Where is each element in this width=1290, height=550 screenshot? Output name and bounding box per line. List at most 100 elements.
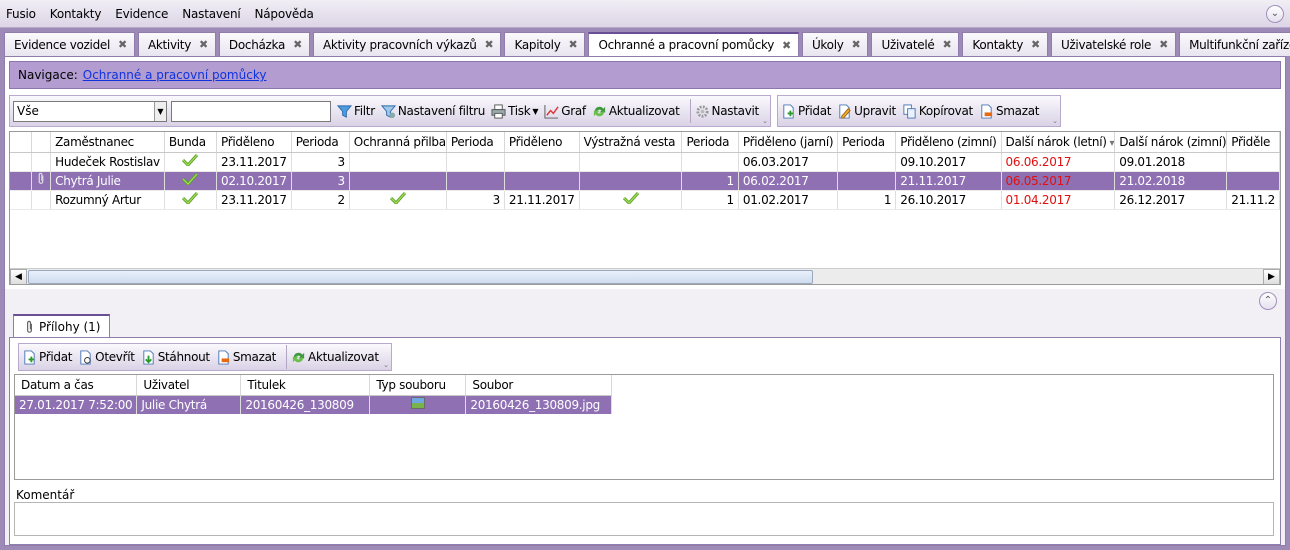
print-button[interactable]: Tisk ▼ [491, 103, 539, 119]
table-row[interactable]: Rozumný Artur 23.11.2017 2 3 21.11.2017 1 01.0… [10, 190, 1280, 210]
table-row[interactable]: 27.01.2017 7:52:00 Julie Chytrá 20160426… [15, 395, 613, 414]
table-cell: 3 [291, 171, 350, 191]
copy-button[interactable]: Kopírovat [902, 103, 973, 119]
table-cell: 23.11.2017 [216, 190, 292, 210]
column-header[interactable]: Ochranná přilba [349, 132, 447, 153]
close-icon[interactable]: ✖ [118, 38, 127, 51]
tab-attachments[interactable]: Přílohy (1) [13, 314, 110, 338]
tab-4[interactable]: Kapitoly ✖ [504, 32, 586, 56]
table-cell: 06.02.2017 [738, 171, 839, 191]
close-icon[interactable]: ✖ [1031, 38, 1040, 51]
menu-item-3[interactable]: Nastavení [182, 7, 240, 21]
column-header[interactable]: Uživatel [136, 375, 242, 396]
dropdown-arrow-icon[interactable]: ▼ [154, 101, 166, 121]
column-header[interactable]: Datum a čas [15, 375, 138, 396]
tab-9[interactable]: Uživatelské role ✖ [1050, 32, 1177, 56]
menu-item-0[interactable]: Fusio [6, 7, 36, 21]
column-header[interactable]: Přiděleno [216, 132, 292, 153]
attachment-open-button[interactable]: Otevřít [78, 349, 135, 365]
scroll-right-icon[interactable]: ▶ [1263, 269, 1280, 284]
menu-item-2[interactable]: Evidence [115, 7, 168, 21]
column-header[interactable]: Zaměstnanec [50, 132, 165, 153]
table-row[interactable]: Hudeček Rostislav 23.11.2017 3 06.03.2017 09… [10, 152, 1280, 172]
menu-item-1[interactable]: Kontakty [50, 7, 102, 21]
table-cell: 09.01.2018 [1114, 152, 1228, 172]
refresh-button[interactable]: Aktualizovat [592, 104, 680, 119]
column-header[interactable]: Bunda [164, 132, 217, 153]
scroll-left-icon[interactable]: ◀ [10, 269, 27, 284]
close-icon[interactable]: ✖ [199, 38, 208, 51]
tab-7[interactable]: Uživatelé ✖ [871, 32, 960, 56]
column-header[interactable]: Perioda [837, 132, 897, 153]
delete-button[interactable]: Smazat [979, 103, 1039, 119]
checkmark-icon [182, 192, 199, 204]
tab-10[interactable]: Multifunkční zařízení✖ [1179, 32, 1290, 56]
attachment-refresh-button[interactable]: Aktualizovat [291, 350, 379, 365]
sort-desc-icon[interactable]: ▾ [1107, 138, 1114, 149]
column-header[interactable]: Přiděleno [504, 132, 580, 153]
close-icon[interactable]: ✖ [1159, 38, 1168, 51]
close-icon[interactable]: ✖ [569, 38, 578, 51]
column-header[interactable]: Typ souboru [369, 375, 467, 396]
filter-settings-button[interactable]: Nastavení filtru [380, 104, 485, 119]
column-header[interactable]: Titulek [240, 375, 371, 396]
toolbar-grip-icon[interactable]: ⌄ [762, 117, 768, 125]
attachment-cell [31, 171, 52, 191]
attachment-delete-button[interactable]: Smazat [216, 349, 276, 365]
checkmark-icon [622, 192, 639, 204]
close-icon[interactable]: ✖ [485, 38, 494, 51]
tab-6[interactable]: Úkoly ✖ [801, 32, 869, 56]
table-cell [837, 152, 897, 172]
search-input[interactable] [171, 100, 331, 122]
column-header[interactable] [31, 132, 52, 153]
scroll-thumb[interactable] [28, 270, 813, 284]
column-header[interactable]: Přiděleno (zimní) [895, 132, 1002, 153]
tab-8[interactable]: Kontakty ✖ [962, 32, 1048, 56]
edit-button[interactable]: Upravit [837, 103, 896, 119]
tab-1[interactable]: Aktivity ✖ [137, 32, 216, 56]
column-header[interactable]: Přiděleno (jarní) [738, 132, 839, 153]
collapse-ribbon-button[interactable]: ⌄ [1266, 5, 1284, 23]
attachment-download-button[interactable]: Stáhnout [141, 349, 210, 365]
column-header[interactable]: Soubor [465, 375, 613, 396]
table-cell: 21.11.2017 [895, 171, 1002, 191]
tab-0[interactable]: Evidence vozidel ✖ [4, 32, 135, 56]
comment-field[interactable] [14, 502, 1274, 536]
horizontal-scrollbar[interactable]: ◀ ▶ [10, 268, 1280, 284]
tab-3[interactable]: Aktivity pracovních výkazů ✖ [312, 32, 502, 56]
filter-select-value: Vše [17, 104, 39, 118]
table-cell: 06.06.2017 [1001, 152, 1116, 172]
table-row[interactable]: Chytrá Julie 02.10.2017 3 1 06.02.2017 21.11.… [10, 171, 1280, 191]
menu-item-4[interactable]: Nápověda [255, 7, 314, 21]
close-icon[interactable]: ✖ [293, 38, 302, 51]
table-cell: 1 [681, 190, 739, 210]
close-icon[interactable]: ✖ [782, 39, 791, 52]
add-button[interactable]: Přidat [781, 103, 831, 119]
table-cell: 1 [681, 171, 739, 191]
column-header[interactable]: Perioda [446, 132, 505, 153]
close-icon[interactable]: ✖ [942, 38, 951, 51]
attachment-add-button[interactable]: Přidat [22, 349, 72, 365]
dropdown-arrow-icon: ▼ [532, 106, 539, 116]
table-cell [446, 171, 505, 191]
navigation-link[interactable]: Ochranné a pracovní pomůcky [83, 68, 267, 82]
filter-select[interactable]: Vše ▼ [13, 100, 167, 122]
refresh-label: Aktualizovat [608, 104, 680, 118]
chart-button[interactable]: Graf [544, 104, 586, 119]
toolbar-grip-icon[interactable]: ⌄ [1052, 117, 1058, 125]
collapse-detail-button[interactable]: ⌃ [1259, 292, 1277, 310]
column-header[interactable]: Další nárok (zimní) [1114, 132, 1228, 153]
tab-2[interactable]: Docházka ✖ [218, 32, 310, 56]
column-header[interactable]: Perioda [681, 132, 739, 153]
settings-button[interactable]: Nastavit [695, 104, 759, 119]
column-header[interactable]: Výstražná vesta [579, 132, 683, 153]
toolbar-separator [286, 345, 288, 369]
tab-5[interactable]: Ochranné a pracovní pomůcky ✖ [588, 32, 799, 56]
column-header[interactable]: Přiděle [1226, 132, 1280, 153]
filter-button[interactable]: Filtr [337, 104, 375, 119]
close-icon[interactable]: ✖ [852, 38, 861, 51]
attachment-download-label: Stáhnout [157, 350, 210, 364]
column-header[interactable]: Perioda [291, 132, 350, 153]
toolbar-grip-icon[interactable]: ⌄ [383, 361, 389, 369]
column-header-sorted[interactable]: Další nárok (letní) ▾ [1001, 132, 1116, 153]
